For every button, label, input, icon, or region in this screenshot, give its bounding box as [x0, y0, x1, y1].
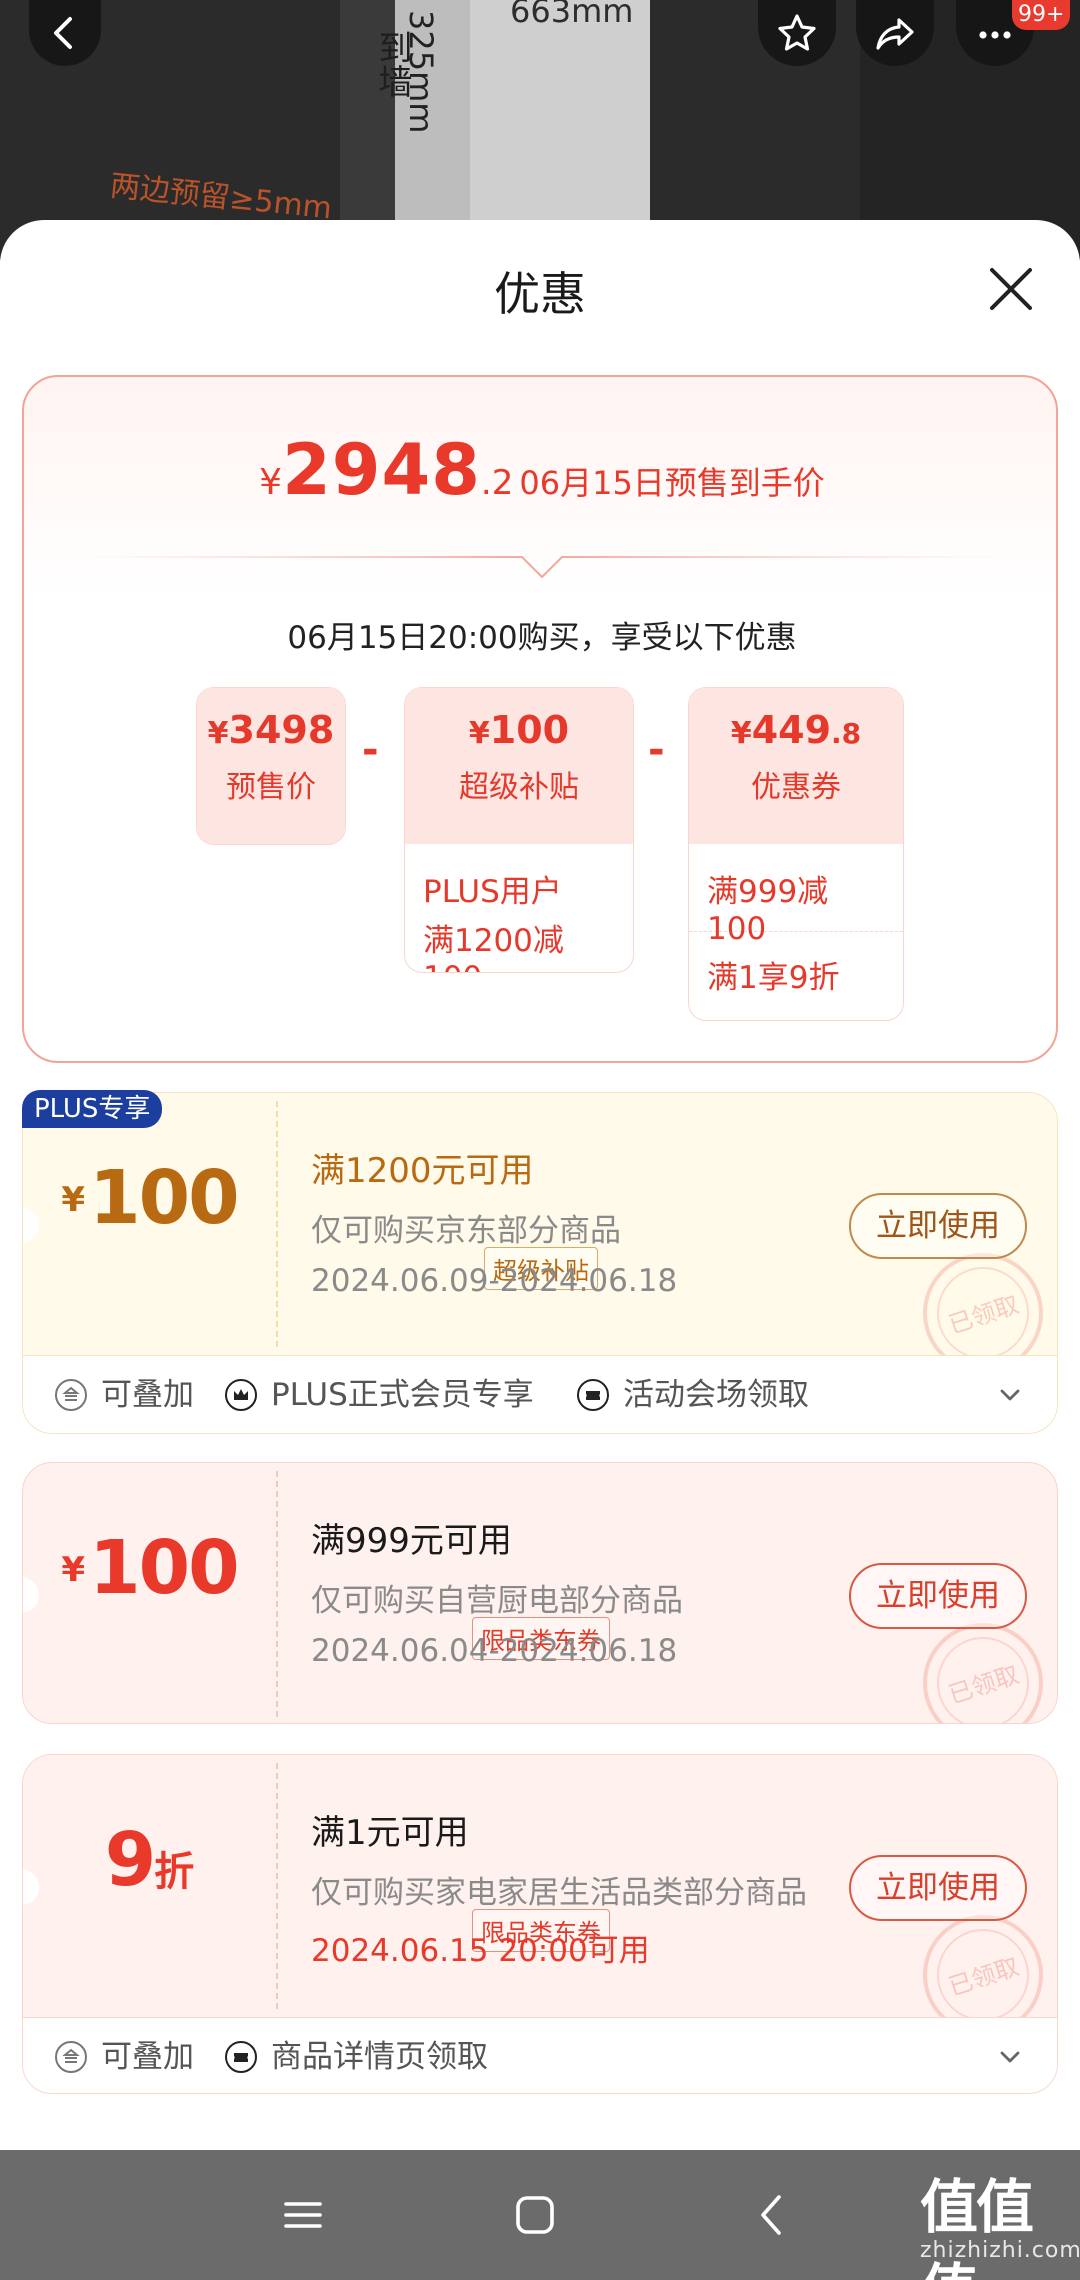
stack-icon — [55, 1379, 87, 1411]
use-now-button[interactable]: 立即使用 — [849, 1563, 1027, 1629]
footer-label: 活动会场领取 — [623, 1377, 809, 1413]
coupon-footer: 可叠加 商品详情页领取 — [23, 2017, 1057, 2093]
home-icon[interactable] — [510, 2190, 560, 2240]
crown-icon — [225, 1379, 257, 1411]
recent-apps-icon[interactable] — [278, 2190, 328, 2240]
coupon-title: 满999元可用 — [311, 1521, 512, 1561]
coupon-detail: 满999减100 — [689, 844, 903, 947]
price-integer: 2948 — [282, 429, 481, 511]
amount-unit: 折 — [154, 1849, 195, 1895]
amount-value: 100 — [89, 1155, 239, 1241]
coupon-description: 仅可购买京东部分商品 — [311, 1213, 621, 1249]
price-summary-card: ¥2948.2 06月15日预售到手价 06月15日20:00购买，享受以下优惠 … — [22, 375, 1058, 1063]
minus-sign: - — [362, 727, 379, 773]
currency-symbol: ¥ — [61, 1550, 86, 1590]
stamp-text: 已领取 — [945, 1290, 1023, 1340]
system-navigation-bar — [0, 2150, 1080, 2280]
coupon-card: 9折 限品类东券 满1元可用 仅可购买家电家居生活品类部分商品 2024.06.… — [22, 1754, 1058, 2094]
presale-label: 预售价 — [226, 770, 316, 805]
subsidy-amount: 100 — [489, 708, 570, 752]
back-nav-icon[interactable] — [748, 2190, 798, 2240]
coupon-amount: ¥100 — [23, 1155, 276, 1241]
currency-symbol: ¥ — [468, 716, 490, 751]
footer-label: 商品详情页领取 — [271, 2039, 488, 2075]
watermark-url: zhizhizhi.com — [920, 2238, 1080, 2263]
amount-value: 9 — [104, 1817, 156, 1903]
coupon-amount: ¥100 — [23, 1525, 276, 1611]
presale-amount: 3498 — [228, 708, 335, 752]
dashed-divider — [276, 1101, 278, 1347]
coupon-body: ¥100 超级补贴 满1200元可用 仅可购买京东部分商品 2024.06.09… — [23, 1093, 1057, 1373]
notification-badge: 99+ — [1012, 0, 1071, 30]
coupon-date: 2024.06.15 20:00可用 — [311, 1933, 650, 1969]
claimed-stamp: 已领取 — [923, 1623, 1043, 1723]
coupon-amount-decimal: .8 — [831, 717, 862, 750]
use-now-button[interactable]: 立即使用 — [849, 1193, 1027, 1259]
chevron-down-icon[interactable] — [995, 2042, 1025, 2072]
coupon-card: ¥100 超级补贴 满1200元可用 仅可购买京东部分商品 2024.06.09… — [22, 1092, 1058, 1434]
footer-label: 可叠加 — [101, 1377, 194, 1413]
coupon-date: 2024.06.04-2024.06.18 — [311, 1633, 678, 1669]
plus-exclusive-badge: PLUS专享 — [22, 1090, 163, 1128]
coupon-footer: 可叠加 PLUS正式会员专享 活动会场领取 — [23, 1355, 1057, 1433]
coupon-title: 满1200元可用 — [311, 1151, 534, 1191]
plus-member-info: PLUS正式会员专享 — [225, 1356, 534, 1433]
coupon-date: 2024.06.09-2024.06.18 — [311, 1263, 678, 1299]
final-price: ¥2948.2 06月15日预售到手价 — [24, 429, 1060, 511]
close-button[interactable] — [986, 264, 1036, 314]
coupon-body: 9折 限品类东券 满1元可用 仅可购买家电家居生活品类部分商品 2024.06.… — [23, 1755, 1057, 2035]
subsidy-label: 超级补贴 — [459, 770, 579, 805]
star-icon — [778, 14, 816, 51]
coupon-box: ¥449.8 优惠券 满999减100 满1享9折 — [688, 687, 904, 1021]
subsidy-box: ¥100 超级补贴 PLUS用户 满1200减100 — [404, 687, 634, 973]
coupon-label: 优惠券 — [751, 770, 841, 805]
subsidy-detail: PLUS用户 — [423, 874, 562, 910]
stack-icon — [55, 2041, 87, 2073]
coupon-description: 仅可购买家电家居生活品类部分商品 — [311, 1875, 807, 1911]
subsidy-detail: 满1200减100 — [423, 923, 564, 972]
price-currency: ¥ — [259, 462, 283, 503]
coupon-card: ¥100 限品类东券 满999元可用 仅可购买自营厨电部分商品 2024.06.… — [22, 1462, 1058, 1724]
coupon-amount-integer: 449 — [751, 708, 832, 752]
stamp-text: 已领取 — [945, 1660, 1023, 1710]
stamp-text: 已领取 — [945, 1952, 1023, 2002]
purchase-time-info: 06月15日20:00购买，享受以下优惠 — [287, 620, 797, 656]
coupon-body: ¥100 限品类东券 满999元可用 仅可购买自营厨电部分商品 2024.06.… — [23, 1463, 1057, 1723]
price-description: 06月15日预售到手价 — [519, 464, 825, 502]
coupon-description: 仅可购买自营厨电部分商品 — [311, 1583, 683, 1619]
stackable-info: 可叠加 — [55, 2018, 194, 2093]
chevron-down-icon[interactable] — [995, 1380, 1025, 1410]
product-image-text: 325mm — [402, 10, 440, 134]
currency-symbol: ¥ — [61, 1180, 86, 1220]
presale-price-box: ¥3498 预售价 — [196, 687, 346, 845]
price-decimal: .2 — [480, 463, 514, 503]
ticket-icon — [225, 2041, 257, 2073]
currency-symbol: ¥ — [730, 716, 752, 751]
product-image-text: 两边预留≥5mm — [108, 168, 334, 227]
currency-symbol: ¥ — [207, 716, 229, 751]
footer-label: PLUS正式会员专享 — [271, 1377, 534, 1413]
product-image-text: 663mm — [510, 0, 634, 30]
more-dots-icon — [979, 31, 1011, 39]
stackable-info: 可叠加 — [55, 1356, 194, 1433]
minus-sign: - — [648, 727, 665, 773]
ticket-icon — [577, 1379, 609, 1411]
divider-arrow — [74, 556, 1010, 579]
close-icon — [990, 268, 1032, 310]
coupon-title: 满1元可用 — [311, 1813, 469, 1853]
use-now-button[interactable]: 立即使用 — [849, 1855, 1027, 1921]
dashed-divider — [276, 1763, 278, 2009]
share-icon — [876, 18, 914, 50]
sheet-title: 优惠 — [494, 267, 586, 321]
source-info: 商品详情页领取 — [225, 2018, 488, 2093]
amount-value: 100 — [89, 1525, 239, 1611]
dashed-divider — [276, 1471, 278, 1717]
source-info: 活动会场领取 — [577, 1356, 809, 1433]
chevron-left-icon — [54, 17, 72, 49]
footer-label: 可叠加 — [101, 2039, 194, 2075]
coupon-amount: 9折 — [23, 1817, 276, 1903]
